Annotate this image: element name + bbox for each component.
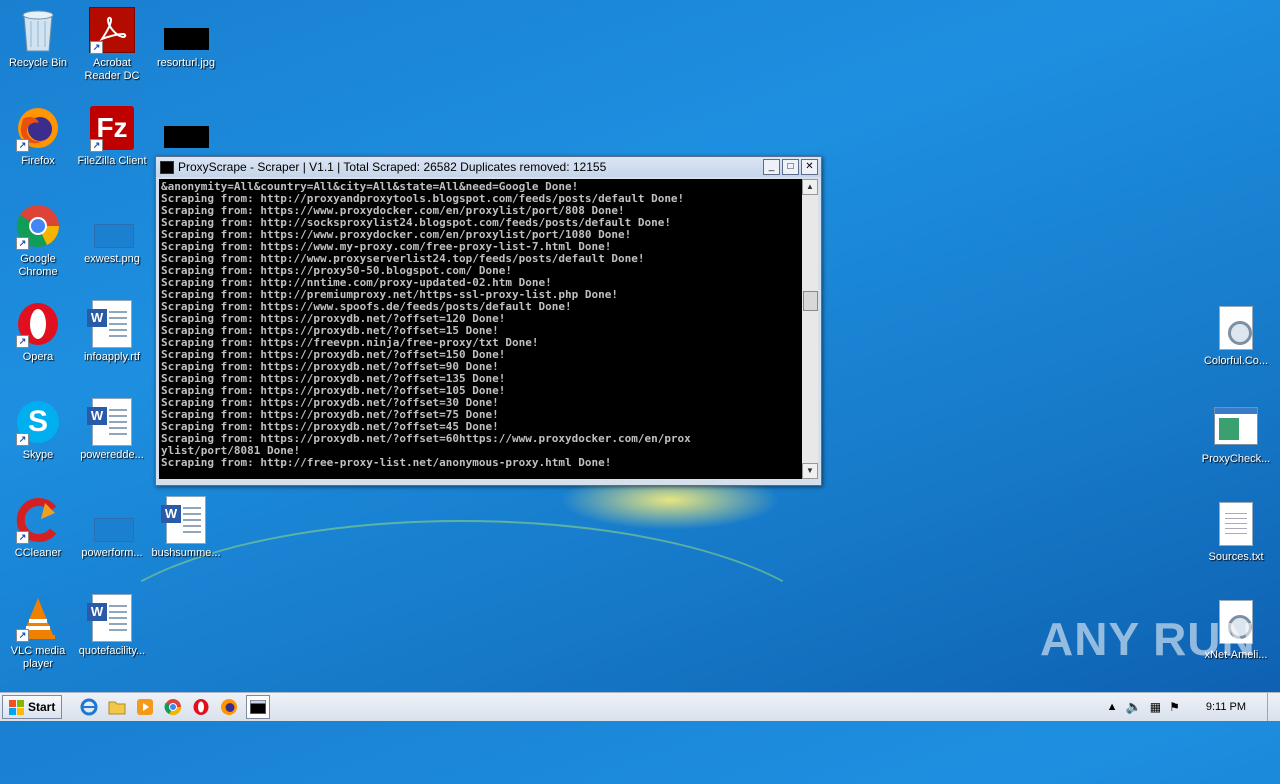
system-tray: ▲ 🔈 ▦ ⚑ 9:11 PM (1107, 693, 1280, 721)
icon-label: bushsumme... (151, 547, 221, 559)
desktop-icon-firefox[interactable]: ↗ Firefox (0, 104, 76, 168)
windows-logo-icon (9, 699, 24, 715)
network-icon[interactable]: ▦ (1150, 700, 1161, 714)
recycle-bin-icon (14, 6, 62, 54)
desktop-icon-skype[interactable]: S ↗ Skype (0, 398, 76, 462)
desktop-icon-opera[interactable]: ↗ Opera (0, 300, 76, 364)
desktop-icon-proxycheck[interactable]: ProxyCheck... (1198, 402, 1274, 466)
desktop-icon-bushsumme[interactable]: W bushsumme... (148, 496, 224, 560)
console-line: Scraping from: http://free-proxy-list.ne… (161, 456, 612, 469)
window-title: ProxyScrape - Scraper | V1.1 | Total Scr… (178, 160, 607, 174)
icon-label: ProxyCheck... (1201, 453, 1271, 465)
close-button[interactable]: ✕ (801, 159, 818, 175)
desktop-icon-quotefacility[interactable]: W quotefacility... (74, 594, 150, 658)
icon-label: Firefox (21, 155, 55, 167)
scroll-up-arrow-icon[interactable]: ▲ (802, 179, 818, 195)
start-label: Start (28, 700, 56, 714)
desktop-icon-recycle-bin[interactable]: Recycle Bin (0, 6, 76, 70)
maximize-button[interactable]: □ (782, 159, 799, 175)
app-window-icon (1212, 402, 1260, 450)
image-file-icon (162, 6, 210, 54)
icon-label: powerform... (81, 547, 143, 559)
desktop-icon-infoapply[interactable]: W infoapply.rtf (74, 300, 150, 364)
anyrun-watermark: ANY RUN (1040, 613, 1256, 665)
desktop-icon-resorturl[interactable]: resorturl.jpg (148, 6, 224, 70)
word-doc-icon: W (87, 398, 136, 446)
vlc-icon: ↗ (14, 594, 62, 642)
firefox-icon: ↗ (14, 104, 62, 152)
console-output[interactable]: &anonymity=All&country=All&city=All&stat… (159, 179, 802, 479)
icon-label: Opera (22, 351, 54, 363)
scroll-down-arrow-icon[interactable]: ▼ (802, 463, 818, 479)
icon-label: Google Chrome (18, 253, 58, 278)
image-file-icon (88, 202, 136, 250)
icon-label: quotefacility... (78, 645, 146, 657)
desktop-icon-ccleaner[interactable]: ↗ CCleaner (0, 496, 76, 560)
taskbar: Start ▲ 🔈 ▦ ⚑ 9:11 PM (0, 692, 1280, 721)
clock[interactable]: 9:11 PM (1206, 701, 1246, 713)
desktop-icon-exwest[interactable]: exwest.png (74, 202, 150, 266)
minimize-button[interactable]: _ (763, 159, 780, 175)
proxyscrape-window[interactable]: ProxyScrape - Scraper | V1.1 | Total Scr… (155, 156, 822, 486)
text-file-icon (1212, 500, 1260, 548)
window-titlebar[interactable]: ProxyScrape - Scraper | V1.1 | Total Scr… (156, 157, 821, 177)
action-center-flag-icon[interactable]: ⚑ (1169, 700, 1180, 714)
icon-label: Sources.txt (1208, 551, 1264, 563)
icon-label: CCleaner (14, 547, 62, 559)
chrome-taskbar-icon[interactable] (162, 696, 184, 718)
desktop-icon-filezilla[interactable]: Fz ↗ FileZilla Client (74, 104, 150, 168)
desktop-icon-chrome[interactable]: ↗ Google Chrome (0, 202, 76, 279)
volume-icon[interactable]: 🔈 (1126, 699, 1142, 715)
vertical-scrollbar[interactable]: ▲ ▼ (802, 179, 818, 479)
word-doc-icon: W (161, 496, 210, 544)
word-doc-icon: W (87, 300, 136, 348)
desktop-icon-sources[interactable]: Sources.txt (1198, 500, 1274, 564)
console-text: &anonymity=All&country=All&city=All&stat… (159, 179, 802, 471)
icon-label: resorturl.jpg (156, 57, 216, 69)
settings-file-icon (1212, 304, 1260, 352)
desktop-icon-colorful[interactable]: Colorful.Co... (1198, 304, 1274, 368)
opera-taskbar-icon[interactable] (190, 696, 212, 718)
console-app-icon (160, 160, 174, 174)
image-file-icon (162, 104, 210, 152)
desktop-icon-redacted[interactable] (148, 104, 224, 152)
word-doc-icon: W (87, 594, 136, 642)
explorer-folder-icon[interactable] (106, 696, 128, 718)
start-button[interactable]: Start (2, 695, 63, 719)
icon-label: FileZilla Client (77, 155, 147, 167)
filezilla-icon: Fz ↗ (88, 104, 136, 152)
firefox-taskbar-icon[interactable] (218, 696, 240, 718)
show-desktop-button[interactable] (1267, 693, 1280, 721)
icon-label: VLC media player (10, 645, 66, 670)
ie-icon[interactable] (78, 696, 100, 718)
desktop-icon-powerform[interactable]: powerform... (74, 496, 150, 560)
ccleaner-icon: ↗ (14, 496, 62, 544)
icon-label: Acrobat Reader DC (84, 57, 140, 82)
chrome-icon: ↗ (14, 202, 62, 250)
show-hidden-icons-icon[interactable]: ▲ (1107, 701, 1118, 713)
icon-label: exwest.png (84, 253, 140, 265)
icon-label: Colorful.Co... (1203, 355, 1269, 367)
acrobat-icon: ↗ (88, 6, 136, 54)
skype-icon: S ↗ (14, 398, 62, 446)
console-taskbar-icon[interactable] (246, 695, 271, 719)
icon-label: Recycle Bin (8, 57, 68, 69)
icon-label: Skype (22, 449, 54, 461)
desktop-icon-poweredde[interactable]: W poweredde... (74, 398, 150, 462)
icon-label: poweredde... (80, 449, 144, 461)
image-file-icon (88, 496, 136, 544)
opera-icon: ↗ (14, 300, 62, 348)
desktop-icon-acrobat[interactable]: ↗ Acrobat Reader DC (74, 6, 150, 83)
desktop-icon-vlc[interactable]: ↗ VLC media player (0, 594, 76, 671)
media-player-icon[interactable] (134, 696, 156, 718)
icon-label: infoapply.rtf (83, 351, 141, 363)
scroll-thumb[interactable] (803, 291, 818, 311)
